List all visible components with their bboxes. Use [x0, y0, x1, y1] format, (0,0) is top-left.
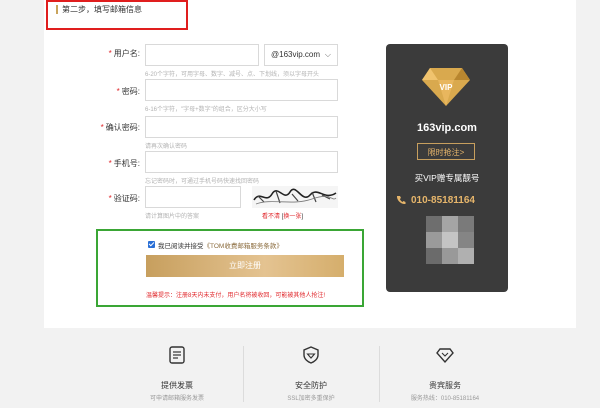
confirm-password-hint: 请再次确认密码: [145, 144, 188, 150]
password-label: * 密码:: [116, 87, 140, 96]
footer-invoice-title: 提供发票: [161, 381, 193, 390]
captcha-input[interactable]: [145, 186, 241, 208]
vip-limited-button[interactable]: 限时抢注>: [417, 143, 475, 160]
footer-vip-title: 贵宾服务: [429, 381, 461, 390]
warning-text: 温馨提示：注册8天内未支付，用户名将被收回，可能被其他人抢注!: [146, 293, 326, 299]
svg-text:VIP: VIP: [440, 83, 454, 92]
diamond-icon: [436, 348, 454, 364]
footer-vip-service: [385, 346, 505, 364]
shield-icon: [303, 346, 319, 364]
vip-promo: 买VIP赠专属靓号: [414, 173, 480, 183]
footer-security: [251, 346, 371, 364]
phone-icon: [396, 196, 406, 205]
footer-divider: [243, 346, 244, 402]
register-button[interactable]: 立即注册: [146, 255, 344, 277]
agree-text: 我已阅读并接受《TOM收费邮箱服务条款》: [158, 240, 283, 250]
agree-checkbox[interactable]: [148, 241, 155, 248]
footer-invoice: [117, 346, 237, 364]
step-highlight-box: [46, 0, 188, 30]
captcha-refresh-link[interactable]: 换一张: [283, 214, 301, 220]
confirm-password-input[interactable]: [145, 116, 338, 138]
username-hint: 6-20个字符，可用字母、数字、减号、点、下划线，须以字母开头: [145, 72, 320, 78]
domain-value: @163vip.com: [271, 50, 321, 59]
terms-link[interactable]: 《TOM收费邮箱服务条款》: [204, 243, 283, 250]
agree-label: 我已阅读并接受: [158, 243, 204, 250]
phone-input[interactable]: [145, 151, 338, 173]
password-input[interactable]: [145, 79, 338, 101]
footer-security-title: 安全防护: [295, 381, 327, 390]
confirm-password-label: * 确认密码:: [100, 123, 140, 132]
footer-divider: [379, 346, 380, 402]
qr-code: [426, 216, 474, 264]
phone-hint: 忘记密码时，可通过手机号码快速找回密码: [145, 179, 260, 185]
vip-diamond-icon: VIP: [422, 68, 470, 106]
captcha-label: * 验证码:: [108, 194, 140, 203]
captcha-refresh: 看不清 [换一张]: [262, 214, 304, 220]
phone-label: * 手机号:: [108, 159, 140, 168]
footer-security-sub: SSL加密多重保护: [287, 396, 335, 402]
username-label: * 用户名:: [108, 49, 140, 58]
password-hint: 6-16个字符，"字母+数字"的组合，区分大小写: [145, 107, 267, 113]
domain-select[interactable]: @163vip.com ⌵: [264, 44, 338, 66]
footer-invoice-sub: 可申请邮箱服务发票: [149, 396, 204, 402]
captcha-hint: 请计算图片中的答案: [145, 214, 200, 220]
vip-domain: 163vip.com: [417, 122, 477, 134]
footer-vip-sub: 服务热线：010-85181164: [410, 396, 480, 402]
captcha-cannot-see: 看不清: [262, 214, 281, 220]
vip-phone: 010-85181164: [396, 195, 508, 206]
captcha-image[interactable]: [252, 186, 338, 208]
chevron-down-icon: ⌵: [324, 50, 331, 59]
username-input[interactable]: [145, 44, 259, 66]
invoice-icon: [169, 346, 185, 364]
